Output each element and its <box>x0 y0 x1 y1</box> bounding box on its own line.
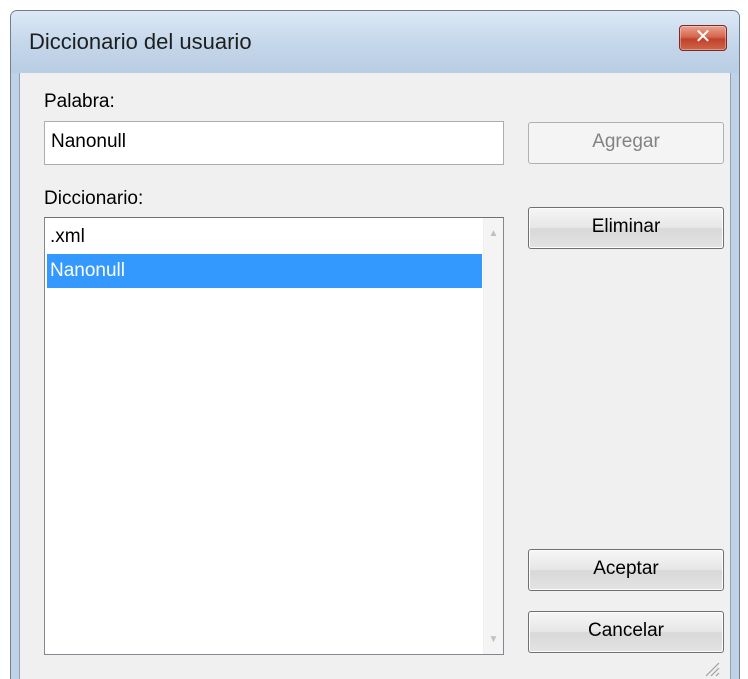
remove-button[interactable]: Eliminar <box>528 207 724 249</box>
scroll-down-arrow-icon[interactable]: ▼ <box>484 630 503 650</box>
close-icon: ✕ <box>694 26 712 48</box>
add-button[interactable]: Agregar <box>528 122 724 164</box>
resize-grip-icon[interactable] <box>702 659 720 677</box>
window-title: Diccionario del usuario <box>29 29 252 54</box>
dialog-window: Diccionario del usuario ✕ Palabra: Nanon… <box>10 10 740 679</box>
title-bar[interactable]: Diccionario del usuario ✕ <box>11 11 739 73</box>
dialog-body: Palabra: Nanonull Agregar Diccionario: .… <box>19 73 731 679</box>
word-label: Palabra: <box>44 91 115 112</box>
list-item[interactable]: .xml <box>47 220 482 254</box>
dictionary-items: .xml Nanonull <box>47 220 482 288</box>
list-item-selected[interactable]: Nanonull <box>47 254 482 288</box>
dictionary-list[interactable]: .xml Nanonull ▲ ▼ <box>44 217 504 655</box>
ok-button[interactable]: Aceptar <box>528 549 724 591</box>
word-input[interactable]: Nanonull <box>44 121 504 165</box>
close-button[interactable]: ✕ <box>679 25 727 51</box>
vertical-scrollbar[interactable]: ▲ ▼ <box>483 218 503 654</box>
dictionary-label: Diccionario: <box>44 188 144 209</box>
scroll-up-arrow-icon[interactable]: ▲ <box>484 224 503 244</box>
cancel-button[interactable]: Cancelar <box>528 611 724 653</box>
